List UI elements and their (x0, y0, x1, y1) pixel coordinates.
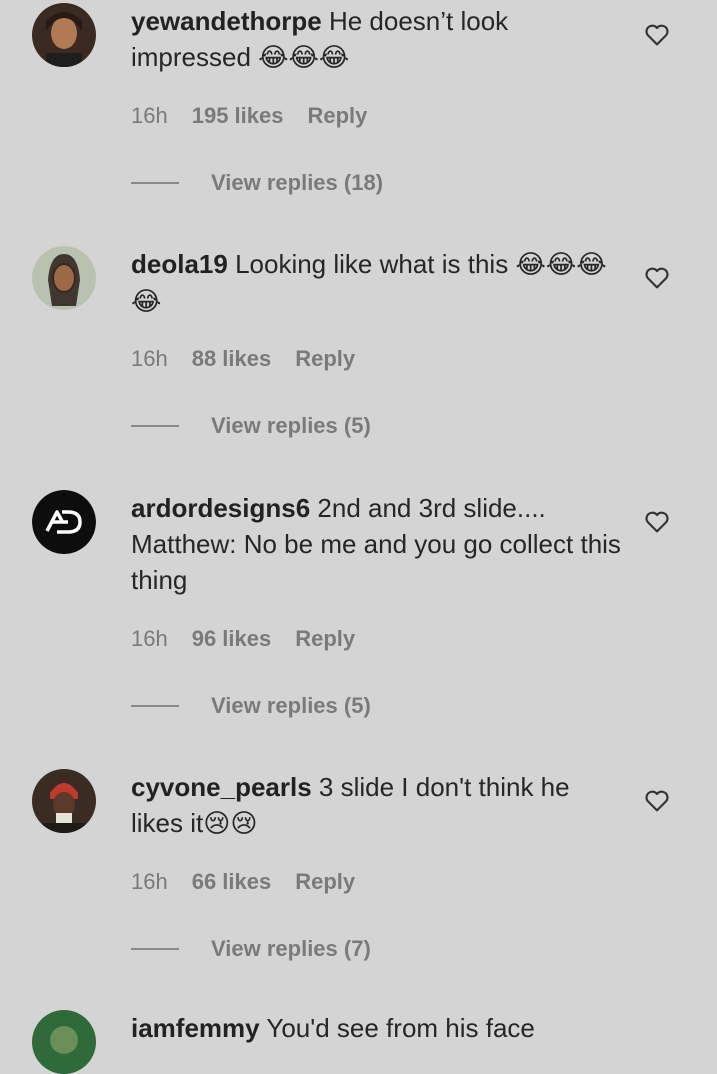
reply-button[interactable]: Reply (295, 626, 355, 652)
view-replies-label[interactable]: View replies (7) (211, 936, 371, 962)
heart-icon[interactable] (643, 21, 671, 49)
avatar[interactable] (32, 490, 96, 554)
timestamp: 16h (131, 869, 168, 894)
comment-text: iamfemmy You'd see from his face (131, 1010, 621, 1046)
comment-meta: 16h 88 likes Reply (131, 346, 355, 372)
avatar[interactable] (32, 1010, 96, 1074)
likes-count[interactable]: 88 likes (192, 346, 272, 372)
heart-icon[interactable] (643, 508, 671, 536)
view-replies-button[interactable]: View replies (18) (131, 170, 383, 196)
comment-meta: 16h 195 likes Reply (131, 103, 367, 129)
comment-meta: 16h 66 likes Reply (131, 869, 355, 895)
reply-button[interactable]: Reply (295, 346, 355, 372)
avatar[interactable] (32, 3, 96, 67)
comment-meta: 16h 96 likes Reply (131, 626, 355, 652)
username[interactable]: ardordesigns6 (131, 493, 310, 523)
divider (131, 425, 179, 427)
divider (131, 705, 179, 707)
heart-icon[interactable] (643, 787, 671, 815)
avatar[interactable] (32, 769, 96, 833)
comment-text: yewandethorpe He doesn’t look impressed … (131, 3, 621, 76)
likes-count[interactable]: 96 likes (192, 626, 272, 652)
username[interactable]: deola19 (131, 249, 228, 279)
divider (131, 182, 179, 184)
avatar[interactable] (32, 246, 96, 310)
likes-count[interactable]: 66 likes (192, 869, 272, 895)
comment-text: cyvone_pearls 3 slide I don't think he l… (131, 769, 621, 842)
timestamp: 16h (131, 626, 168, 651)
view-replies-button[interactable]: View replies (7) (131, 936, 371, 962)
username[interactable]: yewandethorpe (131, 6, 322, 36)
heart-icon[interactable] (643, 264, 671, 292)
likes-count[interactable]: 195 likes (192, 103, 284, 129)
comment-body: Looking like what is this (235, 249, 509, 279)
comment-text: ardordesigns6 2nd and 3rd slide.... Matt… (131, 490, 621, 598)
divider (131, 948, 179, 950)
reply-button[interactable]: Reply (295, 869, 355, 895)
view-replies-label[interactable]: View replies (5) (211, 693, 371, 719)
comment-body: You'd see from his face (266, 1013, 535, 1043)
view-replies-label[interactable]: View replies (5) (211, 413, 371, 439)
emoji: 😂😂😂 (258, 43, 350, 73)
reply-button[interactable]: Reply (307, 103, 367, 129)
emoji: 😢😢 (203, 809, 258, 839)
comment-text: deola19 Looking like what is this 😂😂😂😂 (131, 246, 621, 320)
view-replies-label[interactable]: View replies (18) (211, 170, 383, 196)
view-replies-button[interactable]: View replies (5) (131, 413, 371, 439)
timestamp: 16h (131, 346, 168, 371)
timestamp: 16h (131, 103, 168, 128)
username[interactable]: iamfemmy (131, 1013, 260, 1043)
view-replies-button[interactable]: View replies (5) (131, 693, 371, 719)
username[interactable]: cyvone_pearls (131, 772, 312, 802)
